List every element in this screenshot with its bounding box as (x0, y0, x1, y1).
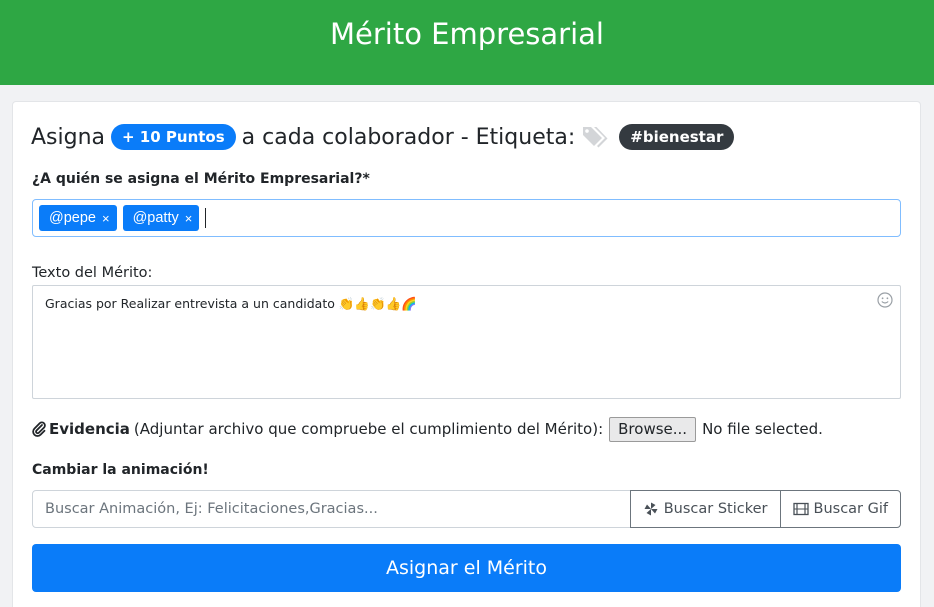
assign-merit-button[interactable]: Asignar el Mérito (32, 544, 901, 592)
search-gif-button[interactable]: Buscar Gif (779, 490, 901, 528)
search-placeholder: Buscar Animación, Ej: Felicitaciones,Gra… (45, 501, 378, 517)
search-sticker-label: Buscar Sticker (663, 501, 768, 517)
recipients-tags-input[interactable]: @pepe × @patty × (32, 199, 901, 237)
remove-chip-icon[interactable]: × (185, 211, 193, 226)
animation-search-group: Buscar Animación, Ej: Felicitaciones,Gra… (32, 490, 901, 528)
merit-text-label: Texto del Mérito: (32, 265, 153, 281)
animation-label: Cambiar la animación! (32, 462, 209, 478)
evidence-description: (Adjuntar archivo que compruebe el cumpl… (133, 420, 604, 438)
remove-chip-icon[interactable]: × (102, 211, 110, 226)
recipients-label: ¿A quién se asigna el Mérito Empresarial… (32, 171, 370, 187)
recipient-chip: @pepe × (39, 205, 117, 231)
recipient-chip-label: @pepe (49, 210, 96, 226)
heading-prefix: Asigna (31, 124, 106, 150)
page-title: Mérito Empresarial (330, 17, 604, 51)
recipient-chip: @patty × (122, 205, 200, 231)
recipient-chip-label: @patty (132, 210, 179, 226)
file-status: No file selected. (702, 420, 823, 438)
evidence-label: Evidencia (49, 420, 130, 438)
search-gif-label: Buscar Gif (813, 501, 889, 517)
form-heading: Asigna + 10 Puntos a cada colaborador - … (31, 122, 735, 152)
animation-search-input[interactable]: Buscar Animación, Ej: Felicitaciones,Gra… (32, 490, 631, 528)
browse-button[interactable]: Browse... (609, 416, 697, 442)
heading-middle: a cada colaborador - Etiqueta: (241, 124, 576, 150)
top-header-bar: Mérito Empresarial (0, 0, 934, 85)
points-badge: + 10 Puntos (111, 124, 236, 150)
paperclip-icon (32, 421, 46, 437)
text-cursor (205, 208, 207, 228)
merit-text-value: Gracias por Realizar entrevista a un can… (45, 296, 417, 311)
merit-text-area[interactable]: Gracias por Realizar entrevista a un can… (32, 285, 901, 399)
search-sticker-button[interactable]: Buscar Sticker (629, 490, 781, 528)
pinwheel-icon (643, 501, 664, 517)
tag-badge: #bienestar (619, 124, 735, 150)
evidence-row: Evidencia (Adjuntar archivo que comprueb… (32, 416, 823, 442)
film-icon (792, 502, 814, 516)
smiley-icon[interactable] (877, 292, 893, 308)
tag-icon (581, 124, 611, 150)
